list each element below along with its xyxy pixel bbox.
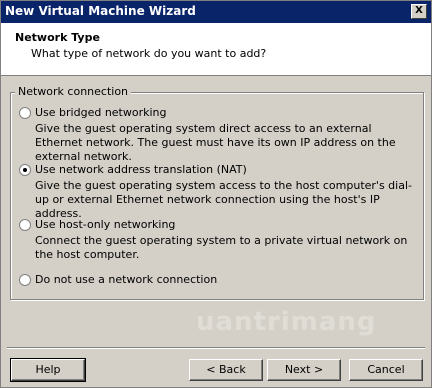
page-title: Network Type xyxy=(15,31,100,44)
option-host-only-desc: Connect the guest operating system to a … xyxy=(35,234,408,261)
page-subtitle: What type of network do you want to add? xyxy=(31,47,267,60)
help-button[interactable]: Help xyxy=(10,358,86,382)
group-label: Network connection xyxy=(15,85,132,98)
radio-host-only[interactable] xyxy=(19,219,31,231)
option-host-only-label[interactable]: Use host-only networking xyxy=(35,218,175,231)
separator xyxy=(7,347,425,349)
next-button[interactable]: Next > xyxy=(267,359,341,381)
wizard-window: New Virtual Machine Wizard X Network Typ… xyxy=(0,0,432,388)
watermark: uantrimang xyxy=(196,307,377,337)
option-nat-label[interactable]: Use network address translation (NAT) xyxy=(35,163,247,176)
option-bridged-desc: Give the guest operating system direct a… xyxy=(35,122,396,163)
close-icon[interactable]: X xyxy=(411,4,427,19)
radio-bridged[interactable] xyxy=(19,107,31,119)
option-bridged-label[interactable]: Use bridged networking xyxy=(35,106,167,119)
wizard-header: Network Type What type of network do you… xyxy=(1,23,431,76)
radio-no-network[interactable] xyxy=(19,274,31,286)
option-no-network-label[interactable]: Do not use a network connection xyxy=(35,273,217,286)
cancel-button[interactable]: Cancel xyxy=(349,359,423,381)
radio-nat[interactable] xyxy=(19,164,31,176)
back-button[interactable]: < Back xyxy=(189,359,263,381)
title-bar[interactable]: New Virtual Machine Wizard X xyxy=(1,1,431,23)
window-title: New Virtual Machine Wizard xyxy=(5,4,196,18)
option-nat-desc: Give the guest operating system access t… xyxy=(35,179,412,220)
